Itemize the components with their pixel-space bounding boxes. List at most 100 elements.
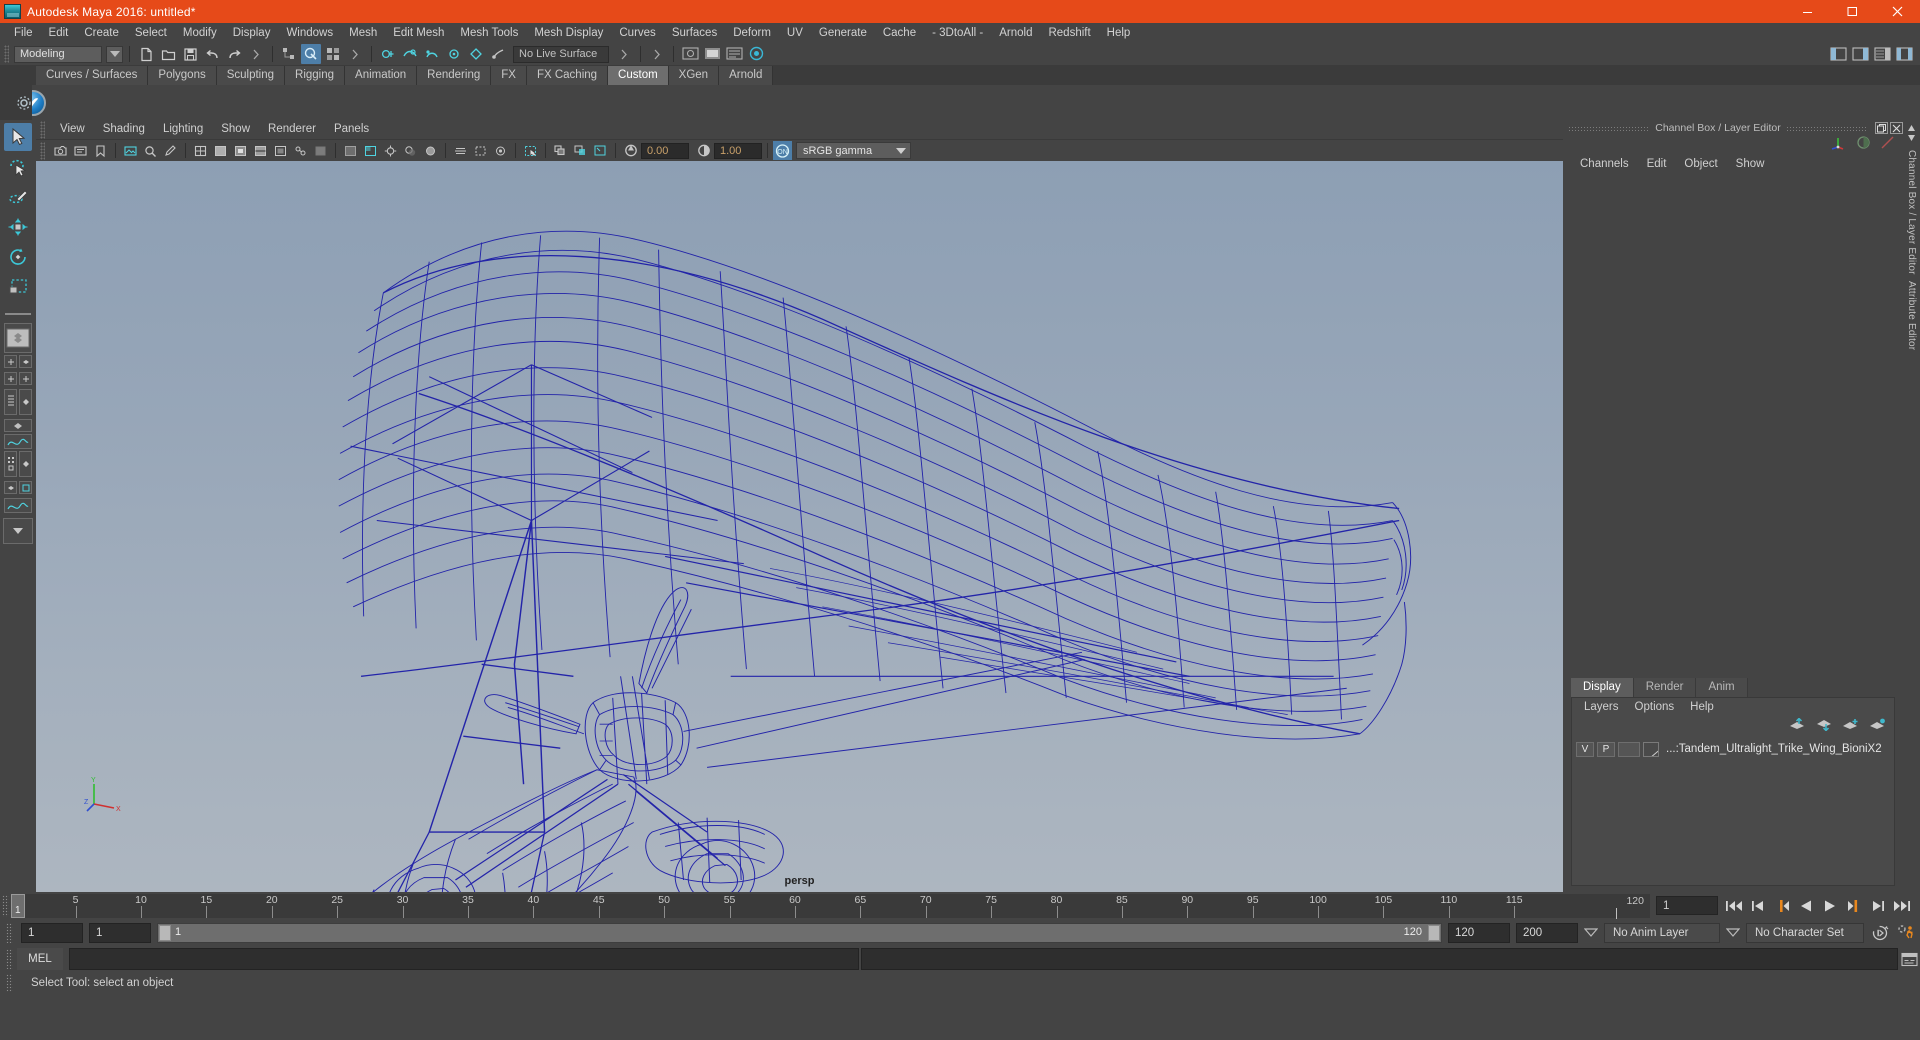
menu-edit[interactable]: Edit bbox=[41, 23, 77, 43]
menuset-dropdown-arrow[interactable] bbox=[106, 45, 123, 63]
layout-outliner-persp-icon[interactable] bbox=[4, 389, 17, 415]
menu-curves[interactable]: Curves bbox=[611, 23, 663, 43]
move-tool-icon[interactable] bbox=[4, 213, 32, 241]
shadows-toggle-icon[interactable] bbox=[401, 141, 420, 160]
menu-mesh-display[interactable]: Mesh Display bbox=[526, 23, 611, 43]
status-line-grip[interactable] bbox=[6, 974, 13, 992]
shelf-options-gear-icon[interactable] bbox=[16, 95, 32, 111]
scale-tool-icon[interactable] bbox=[4, 273, 32, 301]
menu-edit-mesh[interactable]: Edit Mesh bbox=[385, 23, 452, 43]
select-by-object-icon[interactable] bbox=[301, 44, 321, 64]
step-back-icon[interactable] bbox=[1748, 896, 1768, 916]
menu-mesh[interactable]: Mesh bbox=[341, 23, 385, 43]
xray-active-components-icon[interactable] bbox=[311, 141, 330, 160]
layer-playback-toggle[interactable]: P bbox=[1597, 741, 1615, 757]
color-management-toggle-icon[interactable]: ON bbox=[773, 141, 792, 160]
xray-mode-icon[interactable] bbox=[271, 141, 290, 160]
layer-list[interactable]: V P ...:Tandem_Ultralight_Trike_Wing_Bio… bbox=[1572, 737, 1894, 885]
layer-state-toggle[interactable] bbox=[1618, 741, 1640, 757]
layer-visibility-toggle[interactable]: V bbox=[1576, 741, 1594, 757]
menu-surfaces[interactable]: Surfaces bbox=[664, 23, 725, 43]
layer-color-swatch[interactable] bbox=[1643, 741, 1659, 757]
command-language-tab[interactable]: MEL bbox=[17, 948, 63, 970]
select-by-component-icon[interactable] bbox=[323, 44, 343, 64]
viewport-grip[interactable] bbox=[40, 120, 45, 139]
range-slider-end-handle[interactable] bbox=[1428, 925, 1440, 941]
bookmark-icon[interactable] bbox=[91, 141, 110, 160]
layout-more-dropdown-icon[interactable] bbox=[3, 518, 33, 544]
select-tool-icon[interactable] bbox=[4, 123, 32, 151]
layout-persp-right-icon[interactable] bbox=[19, 389, 32, 415]
maximize-button[interactable] bbox=[1830, 0, 1875, 23]
exposure-field[interactable]: 0.00 bbox=[641, 142, 689, 159]
anim-curve-icon[interactable] bbox=[1880, 135, 1895, 155]
shelf-tab-fx-caching[interactable]: FX Caching bbox=[526, 66, 609, 85]
character-set-select[interactable]: No Character Set bbox=[1746, 923, 1864, 943]
layer-menu-layers[interactable]: Layers bbox=[1576, 698, 1627, 717]
range-slider-grip[interactable] bbox=[6, 923, 13, 943]
layout-persp-small-icon[interactable] bbox=[4, 481, 17, 494]
toolbox-panel-icon[interactable] bbox=[1894, 44, 1914, 64]
camera-attributes-icon[interactable] bbox=[71, 141, 90, 160]
motion-blur-icon[interactable] bbox=[451, 141, 470, 160]
display-toggle-icon[interactable] bbox=[1856, 135, 1871, 155]
previous-key-icon[interactable] bbox=[1772, 896, 1792, 916]
menu-arnold[interactable]: Arnold bbox=[991, 23, 1040, 43]
snap-to-view-plane-icon[interactable] bbox=[466, 44, 486, 64]
panel-drag-dots-left[interactable] bbox=[1568, 125, 1651, 131]
layout-perspective-tr-icon[interactable] bbox=[19, 355, 32, 368]
menu-windows[interactable]: Windows bbox=[278, 23, 341, 43]
save-scene-icon[interactable] bbox=[180, 44, 200, 64]
menu-mesh-tools[interactable]: Mesh Tools bbox=[452, 23, 526, 43]
viewport-menu-shading[interactable]: Shading bbox=[94, 120, 154, 139]
make-live-icon[interactable] bbox=[488, 44, 508, 64]
outliner-panel-icon[interactable] bbox=[1828, 44, 1848, 64]
depth-of-field-icon[interactable] bbox=[491, 141, 510, 160]
shelf-tab-custom[interactable]: Custom bbox=[608, 66, 669, 85]
anim-end-time-field[interactable]: 200 bbox=[1516, 923, 1578, 943]
move-layer-down-icon[interactable] bbox=[1815, 718, 1832, 736]
snap-to-projected-center-icon[interactable] bbox=[444, 44, 464, 64]
panel-close-icon[interactable] bbox=[1890, 122, 1903, 134]
step-forward-icon[interactable] bbox=[1868, 896, 1888, 916]
playback-start-time-field[interactable]: 1 bbox=[89, 923, 151, 943]
right-edge-tab-channel-box[interactable]: Channel Box / Layer Editor bbox=[1906, 150, 1917, 275]
gamma-reset-icon[interactable] bbox=[694, 141, 713, 160]
shelf-tab-rendering[interactable]: Rendering bbox=[417, 66, 492, 85]
color-management-select[interactable]: sRGB gamma bbox=[796, 142, 911, 159]
wireframe-on-shaded-icon[interactable] bbox=[251, 141, 270, 160]
toolbar-overflow-arrow-4[interactable] bbox=[647, 44, 667, 64]
layout-hypershade-persp-icon[interactable] bbox=[19, 451, 32, 477]
grid-toggle-icon[interactable] bbox=[551, 141, 570, 160]
rotate-tool-icon[interactable] bbox=[4, 243, 32, 271]
exposure-reset-icon[interactable] bbox=[621, 141, 640, 160]
layout-quad-br-icon[interactable] bbox=[19, 372, 32, 385]
panel-undock-icon[interactable] bbox=[1875, 122, 1888, 134]
menu-modify[interactable]: Modify bbox=[175, 23, 225, 43]
layer-row[interactable]: V P ...:Tandem_Ultralight_Trike_Wing_Bio… bbox=[1576, 741, 1890, 757]
smooth-shade-all-icon[interactable] bbox=[211, 141, 230, 160]
ao-toggle-icon[interactable] bbox=[421, 141, 440, 160]
shelf-tab-fx[interactable]: FX bbox=[491, 66, 527, 85]
play-backwards-icon[interactable] bbox=[1796, 896, 1816, 916]
redo-icon[interactable] bbox=[224, 44, 244, 64]
layout-four-view-tl-icon[interactable] bbox=[4, 355, 17, 368]
anim-layer-select[interactable]: No Anim Layer bbox=[1604, 923, 1720, 943]
lighting-toggle-icon[interactable] bbox=[381, 141, 400, 160]
time-slider-end-segment[interactable]: 120 bbox=[1606, 894, 1650, 919]
layout-persp-graph-top-icon[interactable] bbox=[4, 419, 32, 432]
lasso-select-tool-icon[interactable] bbox=[4, 153, 32, 181]
right-edge-scroll-down-icon[interactable] bbox=[1907, 134, 1916, 144]
range-slider-start-handle[interactable] bbox=[159, 925, 171, 941]
right-edge-scroll-up-icon[interactable] bbox=[1907, 124, 1916, 134]
xray-joints-icon[interactable] bbox=[291, 141, 310, 160]
layer-menu-options[interactable]: Options bbox=[1627, 698, 1683, 717]
channel-box-menu-show[interactable]: Show bbox=[1727, 154, 1774, 174]
menu-create[interactable]: Create bbox=[76, 23, 127, 43]
multisample-aa-icon[interactable] bbox=[471, 141, 490, 160]
menu-help[interactable]: Help bbox=[1099, 23, 1139, 43]
transform-axes-icon[interactable] bbox=[1830, 135, 1847, 156]
anim-start-time-field[interactable]: 1 bbox=[21, 923, 83, 943]
color-management-chevron-down-icon[interactable] bbox=[895, 146, 907, 159]
go-to-end-icon[interactable] bbox=[1892, 896, 1912, 916]
